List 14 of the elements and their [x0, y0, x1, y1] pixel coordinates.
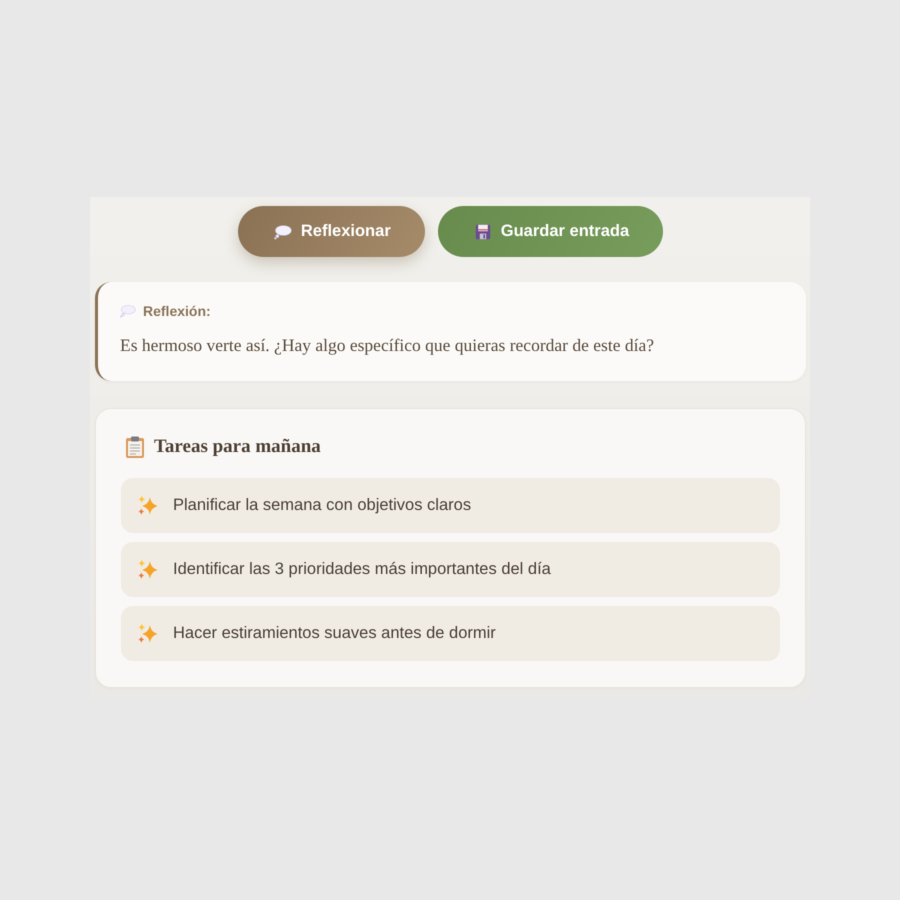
- task-text: Planificar la semana con objetivos claros: [173, 496, 472, 515]
- task-text: Identificar las 3 prioridades más importantes del día: [173, 560, 551, 579]
- task-text: Hacer estiramientos suaves antes de dormir: [173, 624, 496, 643]
- thought-bubble-icon: [274, 224, 292, 240]
- reflection-label: Reflexión:: [143, 303, 211, 319]
- save-entry-button[interactable]: Guardar entrada: [438, 206, 664, 257]
- tasks-title: Tareas para mañana: [154, 436, 321, 458]
- sparkles-icon: [137, 623, 158, 644]
- reflect-button[interactable]: Reflexionar: [238, 206, 425, 257]
- clipboard-icon: [126, 436, 144, 458]
- sparkles-icon: [137, 559, 158, 580]
- reflection-text: Es hermoso verte así. ¿Hay algo específico que quieras recordar de este día?: [120, 334, 655, 357]
- sparkles-icon: [137, 495, 158, 516]
- thought-bubble-icon: [120, 304, 136, 318]
